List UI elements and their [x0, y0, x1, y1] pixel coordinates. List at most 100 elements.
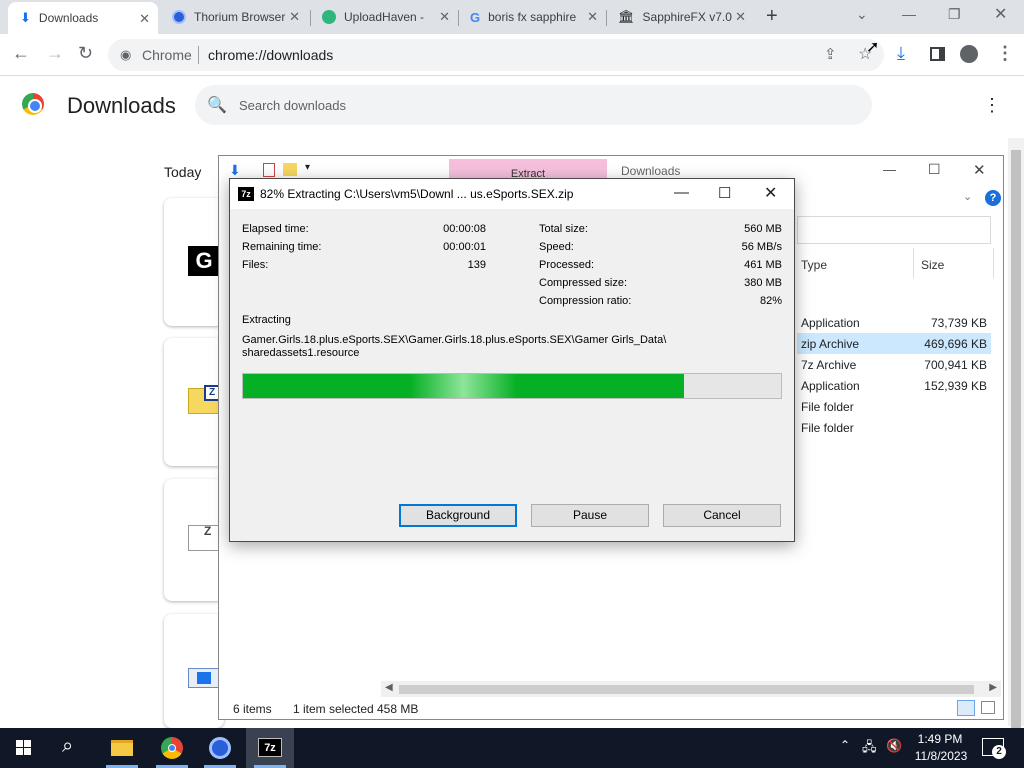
download-card[interactable]: Z — [164, 338, 224, 466]
mouse-cursor-icon: ➚ — [866, 39, 880, 56]
download-icon: ⬇ — [20, 10, 31, 25]
minimize-icon[interactable]: — — [674, 184, 689, 201]
network-icon[interactable]: 🖧 — [862, 738, 877, 760]
selected-size: 458 MB — [377, 702, 419, 716]
forward-arrow-icon[interactable]: → — [46, 43, 64, 64]
download-card[interactable]: Z — [164, 479, 224, 601]
remaining-time-value: 00:00:01 — [443, 241, 486, 253]
download-card[interactable]: G — [164, 198, 224, 326]
url-text: chrome://downloads — [208, 47, 334, 63]
properties-icon[interactable] — [263, 163, 275, 177]
back-arrow-icon[interactable]: ← — [12, 43, 30, 64]
tab-downloads[interactable]: ⬇ Downloads ✕ — [8, 2, 158, 34]
tab-google-search[interactable]: G boris fx sapphire ✕ — [458, 0, 606, 34]
close-icon[interactable]: ✕ — [973, 161, 986, 179]
speed-label: Speed: — [539, 241, 574, 253]
downloads-menu-icon[interactable]: ⋮ — [983, 95, 1001, 116]
file-row-selected[interactable]: zip Archive 469,696 KB — [797, 333, 991, 354]
maximize-icon[interactable]: ☐ — [718, 184, 731, 202]
show-hidden-icons-chevron-icon[interactable]: ⌃ — [840, 738, 850, 752]
tab-thorium[interactable]: Thorium Browser ✕ — [160, 0, 308, 34]
new-folder-icon[interactable] — [283, 163, 297, 176]
elapsed-time-value: 00:00:08 — [443, 223, 486, 235]
search-downloads-input[interactable]: 🔍 Search downloads — [195, 85, 872, 125]
address-bar[interactable]: ◉ Chrome chrome://downloads ⇪ ☆ — [108, 39, 884, 71]
start-button[interactable] — [0, 728, 48, 768]
side-panel-icon[interactable] — [930, 47, 945, 61]
taskbar-search-button[interactable]: ⌕ — [48, 728, 96, 768]
processed-value: 461 MB — [744, 259, 782, 271]
column-divider — [993, 248, 994, 278]
close-icon[interactable]: ✕ — [764, 183, 777, 203]
file-row[interactable]: File folder — [797, 396, 991, 417]
horizontal-scrollbar[interactable]: ◀ ▶ — [381, 681, 1001, 697]
quick-access-dropdown-icon[interactable]: ▾ — [305, 162, 310, 173]
clock-time[interactable]: 1:49 PM — [914, 732, 966, 746]
download-card[interactable] — [164, 614, 224, 728]
dialog-titlebar: 7z 82% Extracting C:\Users\vm5\Downl ...… — [230, 179, 794, 209]
notifications-icon[interactable]: 2 — [982, 738, 1006, 759]
close-window-icon[interactable]: ✕ — [994, 4, 1007, 24]
share-icon[interactable]: ⇪ — [824, 45, 837, 63]
large-icons-view-icon[interactable] — [981, 701, 995, 714]
column-type[interactable]: Type — [801, 258, 827, 272]
cancel-button[interactable]: Cancel — [663, 504, 781, 527]
extraction-progress-bar — [242, 373, 782, 399]
close-icon[interactable]: ✕ — [587, 9, 598, 25]
compressed-size-value: 380 MB — [744, 277, 782, 289]
scroll-right-icon[interactable]: ▶ — [989, 682, 997, 693]
google-icon: G — [470, 9, 481, 25]
file-type-icon: G — [188, 246, 220, 276]
search-box[interactable] — [797, 216, 991, 244]
menu-kebab-icon[interactable]: ⋮ — [996, 43, 1014, 64]
file-type: Application — [801, 379, 860, 393]
archive-file-icon: Z — [188, 524, 220, 551]
close-icon[interactable]: ✕ — [289, 9, 300, 25]
downloads-header: Downloads 🔍 Search downloads ⋮ — [0, 77, 1024, 135]
file-row[interactable]: File folder — [797, 417, 991, 438]
horizontal-scrollbar-thumb[interactable] — [399, 685, 974, 694]
volume-muted-icon[interactable]: 🔇 — [886, 738, 902, 754]
search-icon: ⌕ — [62, 735, 74, 757]
help-icon[interactable]: ? — [985, 190, 1001, 206]
file-row[interactable]: 7z Archive 700,941 KB — [797, 354, 991, 375]
tab-sapphirefx[interactable]: 🏛 SapphireFX v7.0 ✕ — [606, 0, 754, 34]
close-icon[interactable]: ✕ — [439, 9, 450, 25]
taskbar-thorium[interactable] — [196, 728, 244, 768]
reload-icon[interactable]: ↻ — [78, 43, 93, 64]
close-icon[interactable]: ✕ — [735, 9, 746, 25]
application-icon — [188, 668, 220, 688]
profile-avatar-icon[interactable] — [960, 45, 978, 63]
explorer-status-bar: 6 items 1 item selected 458 MB — [219, 697, 1003, 719]
taskbar-chrome[interactable] — [148, 728, 196, 768]
tab-label: SapphireFX v7.0 — [642, 10, 732, 24]
pause-button[interactable]: Pause — [531, 504, 649, 527]
page-scrollbar[interactable] — [1008, 138, 1024, 728]
minimize-icon[interactable]: — — [883, 162, 896, 177]
tab-search-chevron-icon[interactable]: ⌄ — [856, 6, 868, 23]
restore-icon[interactable]: ❐ — [948, 6, 961, 23]
page-scrollbar-thumb[interactable] — [1011, 150, 1021, 728]
new-tab-plus-icon[interactable]: + — [766, 5, 778, 28]
background-button[interactable]: Background — [399, 504, 517, 527]
downloads-toolbar-icon[interactable]: ⤓ — [897, 43, 905, 64]
speed-value: 56 MB/s — [741, 241, 782, 253]
file-row[interactable]: Application 152,939 KB — [797, 375, 991, 396]
tab-label: Thorium Browser — [194, 10, 286, 24]
scroll-left-icon[interactable]: ◀ — [385, 682, 393, 693]
column-size[interactable]: Size — [921, 258, 944, 272]
file-size: 152,939 KB — [924, 379, 987, 393]
minimize-icon[interactable]: — — [902, 6, 916, 22]
maximize-icon[interactable]: ☐ — [928, 161, 941, 178]
file-type: Application — [801, 316, 860, 330]
taskbar-7zip[interactable]: 7z — [246, 728, 294, 768]
taskbar-file-explorer[interactable] — [98, 728, 146, 768]
close-icon[interactable]: ✕ — [139, 11, 150, 27]
details-view-icon[interactable] — [957, 700, 975, 716]
ribbon-expand-icon[interactable]: ⌄ — [963, 190, 972, 203]
files-label: Files: — [242, 259, 269, 271]
tab-uploadhaven[interactable]: UploadHaven - ✕ — [310, 0, 458, 34]
clock-date[interactable]: 11/8/2023 — [910, 749, 972, 763]
file-row[interactable]: Application 73,739 KB — [797, 312, 991, 333]
download-arrow-icon: ⬇ — [229, 162, 241, 178]
